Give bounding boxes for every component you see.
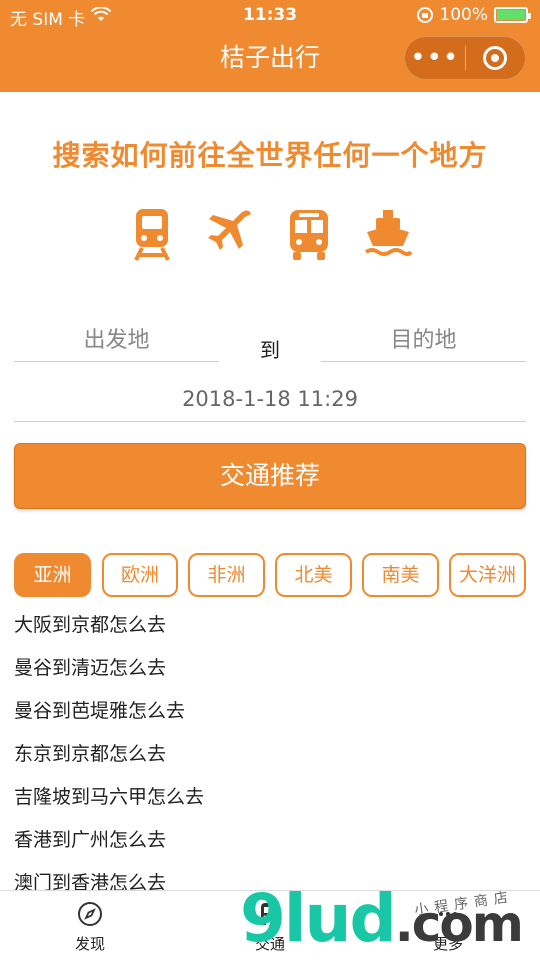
tab-africa[interactable]: 非洲 [188,553,265,597]
battery-fill [497,10,525,20]
rotation-lock-icon [417,7,434,23]
top-bar: 无 SIM 卡 11:33 100% 桔子出行 ••• [0,0,540,92]
list-item[interactable]: 曼谷到芭堤雅怎么去 [14,690,526,733]
tab-asia[interactable]: 亚洲 [14,553,91,597]
bus-icon [284,206,334,262]
list-item[interactable]: 曼谷到清迈怎么去 [14,647,526,690]
train-icon [127,206,177,262]
destination-field[interactable] [321,320,526,362]
tab-north-america[interactable]: 北美 [275,553,352,597]
transport-modes [0,206,540,262]
more-menu-button[interactable]: ••• [405,45,465,71]
tab-south-america[interactable]: 南美 [362,553,439,597]
list-item[interactable]: 吉隆坡到马六甲怎么去 [14,776,526,819]
list-item[interactable]: 东京到京都怎么去 [14,733,526,776]
recommend-button[interactable]: 交通推荐 [14,443,526,509]
list-item[interactable]: 大阪到京都怎么去 [14,604,526,647]
tab-label: 大洋洲 [458,564,516,586]
status-bar: 无 SIM 卡 11:33 100% [0,0,540,32]
origin-input[interactable] [14,320,219,361]
battery-percent: 100% [439,5,488,25]
tab-label: 欧洲 [120,564,159,586]
tabbar-label: 发现 [74,935,105,953]
tab-label: 非洲 [207,564,246,586]
target-icon [483,46,508,70]
tab-oceania[interactable]: 大洋洲 [449,553,526,597]
tabbar-item-discover[interactable]: 发现 [40,897,140,954]
origin-field[interactable] [14,320,219,362]
ship-icon [363,206,413,262]
battery-icon [494,7,531,23]
to-label: 到 [260,338,280,362]
watermark-logo-text: 9lud [240,880,397,957]
tab-label: 南美 [381,564,420,586]
airplane-icon [205,206,255,262]
route-list: 大阪到京都怎么去 曼谷到清迈怎么去 曼谷到芭堤雅怎么去 东京到京都怎么去 吉隆坡… [14,604,526,905]
datetime-picker[interactable]: 2018-1-18 11:29 [14,378,526,422]
tab-label: 北美 [294,564,333,586]
tab-label: 亚洲 [33,564,72,586]
destination-input[interactable] [321,320,526,361]
list-item[interactable]: 香港到广州怎么去 [14,819,526,862]
headline: 搜索如何前往全世界任何一个地方 [52,139,488,172]
tab-europe[interactable]: 欧洲 [102,553,178,597]
close-miniprogram-button[interactable] [465,46,525,70]
continent-tabs: 亚洲 欧洲 非洲 北美 南美 大洋洲 [14,553,526,597]
compass-icon [40,897,140,931]
miniprogram-capsule: ••• [404,36,526,80]
